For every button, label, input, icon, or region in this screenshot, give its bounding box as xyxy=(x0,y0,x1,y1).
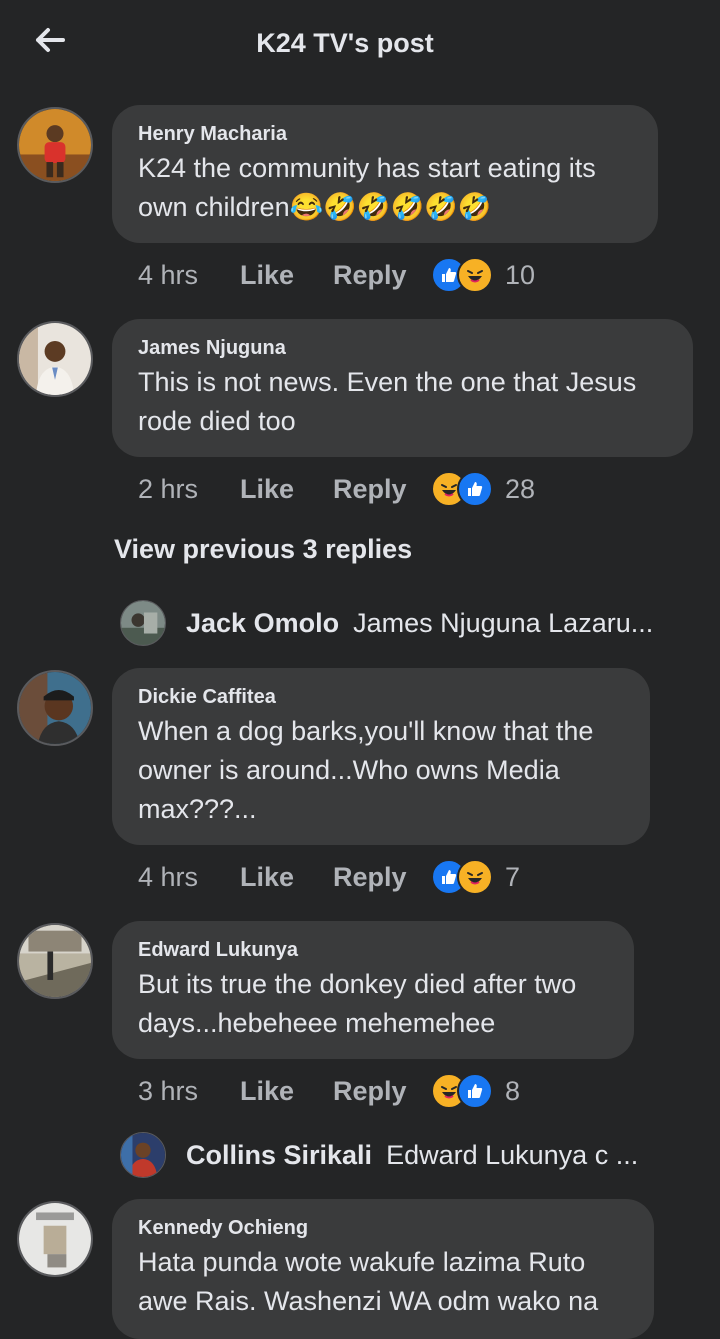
comment-bubble[interactable]: Edward Lukunya But its true the donkey d… xyxy=(112,921,634,1059)
comment-author[interactable]: Dickie Caffitea xyxy=(138,684,624,710)
avatar[interactable] xyxy=(17,923,93,999)
comment-actions: 2 hrs Like Reply 28 xyxy=(138,469,535,509)
comment-actions: 4 hrs Like Reply 7 xyxy=(138,857,520,897)
haha-reaction-icon xyxy=(457,859,493,895)
reply-preview[interactable]: Jack Omolo James Njuguna Lazaru... xyxy=(120,598,653,648)
reply-preview[interactable]: Collins Sirikali Edward Lukunya c ... xyxy=(120,1130,638,1180)
comment-time[interactable]: 3 hrs xyxy=(138,1076,240,1107)
view-previous-replies-link[interactable]: View previous 3 replies xyxy=(114,534,412,565)
reply-button[interactable]: Reply xyxy=(333,260,431,291)
like-button[interactable]: Like xyxy=(240,862,333,893)
like-reaction-icon xyxy=(457,471,493,507)
reply-author[interactable]: Jack Omolo xyxy=(186,608,339,639)
reply-snippet: Edward Lukunya c ... xyxy=(386,1139,639,1170)
comment-actions: 3 hrs Like Reply 8 xyxy=(138,1071,520,1111)
reply-snippet: James Njuguna Lazaru... xyxy=(353,607,654,638)
reaction-count: 7 xyxy=(505,861,521,892)
top-bar: K24 TV's post xyxy=(0,0,720,90)
comment-time[interactable]: 4 hrs xyxy=(138,260,240,291)
comment-text: K24 the community has start eating its o… xyxy=(138,153,596,222)
comment-bubble[interactable]: Dickie Caffitea When a dog barks,you'll … xyxy=(112,668,650,845)
reply-button[interactable]: Reply xyxy=(333,862,431,893)
comment-text: This is not news. Even the one that Jesu… xyxy=(138,367,637,436)
reply-author[interactable]: Collins Sirikali xyxy=(186,1140,372,1171)
comment-actions: 4 hrs Like Reply 10 xyxy=(138,255,535,295)
comment-text: But its true the donkey died after two d… xyxy=(138,969,577,1038)
page-title: K24 TV's post xyxy=(256,28,434,58)
like-button[interactable]: Like xyxy=(240,474,333,505)
comment-author[interactable]: James Njuguna xyxy=(138,335,667,361)
avatar[interactable] xyxy=(17,321,93,397)
comment-bubble[interactable]: Henry Macharia K24 the community has sta… xyxy=(112,105,658,243)
reaction-count: 28 xyxy=(505,473,536,504)
reaction-count: 8 xyxy=(505,1075,521,1106)
comment-text: When a dog barks,you'll know that the ow… xyxy=(138,716,594,824)
reply-button[interactable]: Reply xyxy=(333,1076,431,1107)
comment-text: Hata punda wote wakufe lazima Ruto awe R… xyxy=(138,1247,599,1316)
avatar[interactable] xyxy=(17,107,93,183)
comment-author[interactable]: Kennedy Ochieng xyxy=(138,1215,628,1241)
avatar[interactable] xyxy=(120,1132,166,1178)
reaction-summary[interactable] xyxy=(431,859,493,895)
avatar[interactable] xyxy=(120,600,166,646)
reaction-summary[interactable] xyxy=(431,257,493,293)
comment-author[interactable]: Henry Macharia xyxy=(138,121,632,147)
avatar[interactable] xyxy=(17,1201,93,1277)
reaction-summary[interactable] xyxy=(431,471,493,507)
reaction-summary[interactable] xyxy=(431,1073,493,1109)
comment-author[interactable]: Edward Lukunya xyxy=(138,937,608,963)
comment-time[interactable]: 4 hrs xyxy=(138,862,240,893)
like-reaction-icon xyxy=(457,1073,493,1109)
haha-reaction-icon xyxy=(457,257,493,293)
reaction-count: 10 xyxy=(505,259,536,290)
avatar[interactable] xyxy=(17,670,93,746)
comment-bubble[interactable]: James Njuguna This is not news. Even the… xyxy=(112,319,693,457)
like-button[interactable]: Like xyxy=(240,260,333,291)
comment-time[interactable]: 2 hrs xyxy=(138,474,240,505)
comment-bubble[interactable]: Kennedy Ochieng Hata punda wote wakufe l… xyxy=(112,1199,654,1339)
reply-button[interactable]: Reply xyxy=(333,474,431,505)
like-button[interactable]: Like xyxy=(240,1076,333,1107)
